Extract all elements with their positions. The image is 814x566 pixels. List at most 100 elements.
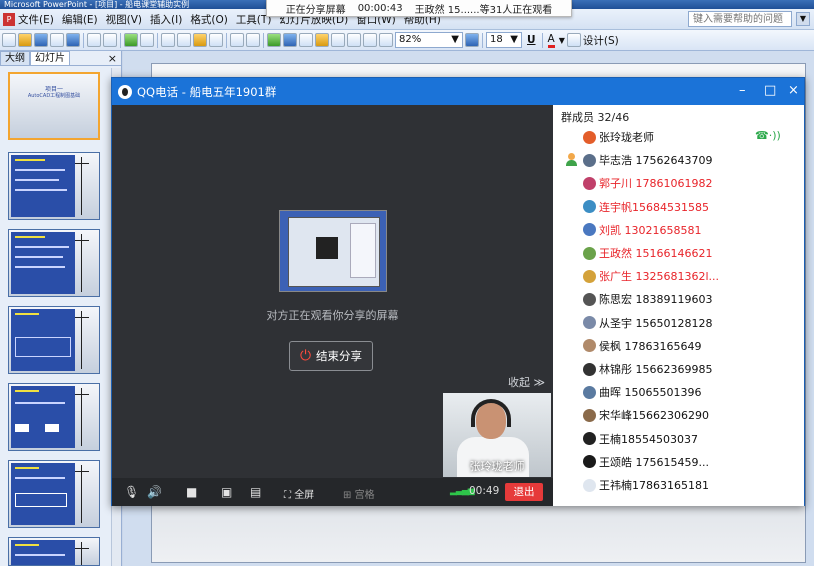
slide-thumbnail-1[interactable]: 项目一 AutoCAD工程制图基础 <box>8 72 100 140</box>
format-painter-icon[interactable] <box>209 33 223 47</box>
color-grayscale-icon[interactable] <box>379 33 393 47</box>
list-item[interactable]: 侯枫 17863165649 <box>553 335 804 357</box>
research-icon[interactable] <box>140 33 154 47</box>
share-status-text: 正在分享屏幕 <box>285 4 346 16</box>
save-icon[interactable] <box>34 33 48 47</box>
maximize-icon[interactable]: □ <box>764 83 776 98</box>
insert-chart-icon[interactable] <box>267 33 281 47</box>
list-item[interactable]: 王颂皓 175615459... <box>553 451 804 473</box>
design-button[interactable]: 设计(S) <box>583 33 619 48</box>
list-item[interactable]: 王祎楠17863165181 <box>553 474 804 496</box>
redo-icon[interactable] <box>246 33 260 47</box>
screen-share-icon[interactable]: ▣ <box>221 485 232 499</box>
spelling-icon[interactable] <box>124 33 138 47</box>
help-icon[interactable] <box>465 33 479 47</box>
qq-window-title: QQ电话 - 船电五年1901群 <box>137 84 277 99</box>
new-icon[interactable] <box>2 33 16 47</box>
avatar <box>583 408 596 422</box>
design-icon[interactable] <box>566 33 581 47</box>
font-size-combo[interactable]: 18 ▼ <box>486 32 522 48</box>
camera-video-thumbnail[interactable]: 张玲珑老师 <box>443 393 551 477</box>
list-item[interactable]: 宋华峰15662306290 <box>553 404 804 426</box>
grid-icon[interactable] <box>363 33 377 47</box>
share-viewers-text: 王政然 15......等31人正在观看 <box>414 4 553 16</box>
font-color-icon[interactable]: A <box>547 33 555 48</box>
screen-share-status-bar: 正在分享屏幕 00:00:43 王政然 15......等31人正在观看 <box>266 0 572 17</box>
slide-thumbnail-2[interactable] <box>8 152 100 220</box>
email-icon[interactable] <box>66 33 80 47</box>
avatar <box>583 316 596 330</box>
slide-thumbnail-5[interactable] <box>8 383 100 451</box>
print-preview-icon[interactable] <box>103 33 117 47</box>
list-item[interactable]: 陈思宏 18389119603 <box>553 288 804 310</box>
speaker-icon[interactable]: 🔊 <box>147 485 162 499</box>
copy-icon[interactable] <box>177 33 191 47</box>
list-item[interactable]: 郭子川 17861061982 <box>553 172 804 194</box>
toolbar-separator <box>541 32 543 48</box>
tab-slides[interactable]: 幻灯片 <box>30 51 70 65</box>
avatar <box>583 362 596 376</box>
list-item[interactable]: 从圣宇 15650128128 <box>553 312 804 334</box>
avatar <box>583 176 596 190</box>
list-item[interactable]: 林锦彤 15662369985 <box>553 358 804 380</box>
presentation-icon[interactable]: ▤ <box>250 485 261 499</box>
open-icon[interactable] <box>18 33 32 47</box>
list-item[interactable]: 刘凯 13021658581 <box>553 219 804 241</box>
exit-call-button[interactable]: 退出 <box>505 483 543 501</box>
menu-view[interactable]: 视图(V) <box>106 12 142 27</box>
zoom-combo[interactable]: 82% ▼ <box>395 32 463 48</box>
menu-file[interactable]: 文件(E) <box>18 12 54 27</box>
qq-title-bar[interactable]: QQ电话 - 船电五年1901群 – □ × <box>112 78 804 105</box>
microphone-icon[interactable]: 🎙 <box>124 485 139 499</box>
video-area: 对方正在观看你分享的屏幕 ⏻ 结束分享 收起 ≫ 张玲珑老师 <box>112 105 553 478</box>
help-search-input[interactable] <box>688 11 792 27</box>
grid-label: 宫格 <box>354 490 375 501</box>
print-icon[interactable] <box>87 33 101 47</box>
insert-wordart-icon[interactable] <box>315 33 329 47</box>
minimize-icon[interactable]: – <box>739 83 746 98</box>
menu-insert[interactable]: 插入(I) <box>150 12 182 27</box>
list-item[interactable]: 毕志浩 17562643709 <box>553 149 804 171</box>
member-name: 张玲珑老师 <box>599 131 654 144</box>
underline-icon[interactable]: U <box>527 34 536 46</box>
font-size-value: 18 <box>490 34 503 45</box>
avatar <box>583 246 596 260</box>
help-dropdown-icon[interactable]: ▼ <box>796 12 810 26</box>
toolbar-separator <box>157 32 158 48</box>
collapse-button[interactable]: 收起 ≫ <box>508 374 545 390</box>
avatar <box>583 200 596 214</box>
powerpoint-icon[interactable]: P <box>3 12 15 26</box>
list-item[interactable]: 王政然 15166146621 <box>553 242 804 264</box>
end-share-label: 结束分享 <box>316 349 363 363</box>
chevron-down-icon[interactable]: ▼ <box>559 36 565 45</box>
close-icon[interactable]: × <box>108 52 117 65</box>
fullscreen-button[interactable]: ⛶ 全屏 <box>284 486 314 501</box>
list-item[interactable]: 张广生 1325681362l... <box>553 265 804 287</box>
slide-thumbnail-6[interactable] <box>8 460 100 528</box>
close-icon[interactable]: × <box>788 83 799 98</box>
slide-thumbnail-4[interactable] <box>8 306 100 374</box>
cut-icon[interactable] <box>161 33 175 47</box>
slide-thumbnail-3[interactable] <box>8 229 100 297</box>
member-count: 群成员 32/46 <box>561 111 630 124</box>
undo-icon[interactable] <box>230 33 244 47</box>
insert-table-icon[interactable] <box>283 33 297 47</box>
fullscreen-icon: ⛶ <box>284 490 291 501</box>
camera-icon[interactable]: ■ <box>186 485 197 499</box>
list-item[interactable]: 连宇帆15684531585 <box>553 196 804 218</box>
menu-format[interactable]: 格式(O) <box>190 12 227 27</box>
list-item[interactable]: 王楠18554503037 <box>553 428 804 450</box>
call-control-bar: 🎙 🔊 ■ ▣ ▤ ⛶ 全屏 ⊞ 宫格 ▂▃▄▅ 00:49 退出 <box>112 478 553 506</box>
expand-icon[interactable] <box>331 33 345 47</box>
permission-icon[interactable] <box>50 33 64 47</box>
grid-view-button[interactable]: ⊞ 宫格 <box>343 486 375 501</box>
show-formatting-icon[interactable] <box>347 33 361 47</box>
list-item[interactable]: 曲晖 15065501396 <box>553 381 804 403</box>
list-item[interactable]: 张玲珑老师 ☎·)) <box>553 126 804 148</box>
end-share-button[interactable]: ⏻ 结束分享 <box>289 341 373 371</box>
paste-icon[interactable] <box>193 33 207 47</box>
menu-edit[interactable]: 编辑(E) <box>62 12 98 27</box>
slide-thumbnail-7[interactable] <box>8 537 100 566</box>
tab-outline[interactable]: 大纲 <box>0 51 30 65</box>
tables-borders-icon[interactable] <box>299 33 313 47</box>
